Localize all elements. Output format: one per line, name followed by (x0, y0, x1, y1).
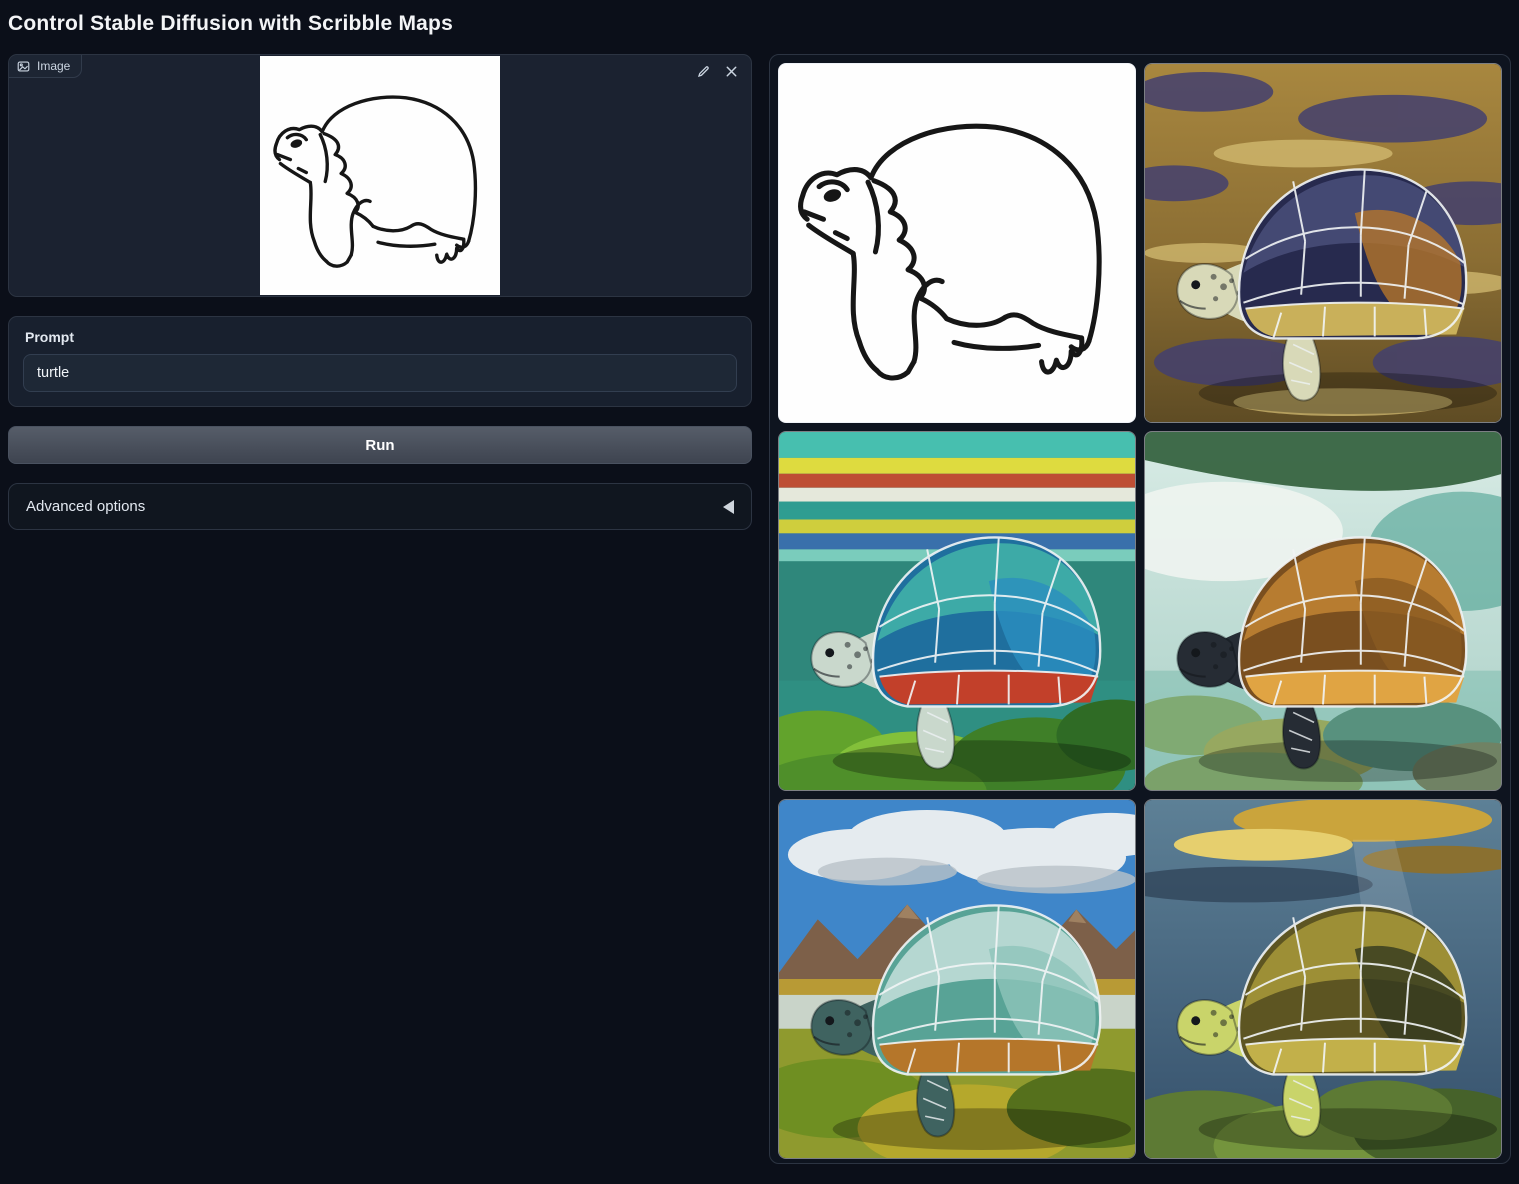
image-label-text: Image (37, 59, 70, 73)
gallery-item-generated-3[interactable] (1144, 431, 1502, 791)
turtle-photo-vivid-teal (779, 432, 1135, 790)
image-component-label: Image (9, 55, 82, 78)
prompt-panel: Prompt (8, 316, 752, 407)
scribble-turtle-drawing (260, 56, 500, 295)
page-title: Control Stable Diffusion with Scribble M… (8, 12, 1511, 36)
scribble-turtle-image (779, 64, 1135, 422)
turtle-photo-clear-water (1145, 432, 1501, 790)
scribble-image-preview[interactable] (260, 56, 500, 295)
gallery-item-generated-1[interactable] (1144, 63, 1502, 423)
gallery-item-generated-4[interactable] (778, 799, 1136, 1159)
edit-image-button[interactable] (694, 62, 713, 81)
image-input-panel: Image (8, 54, 752, 297)
gallery-item-scribble[interactable] (778, 63, 1136, 423)
turtle-photo-mountain-lake (779, 800, 1135, 1158)
advanced-options-label: Advanced options (26, 498, 145, 515)
image-icon (17, 60, 30, 73)
gallery-item-generated-5[interactable] (1144, 799, 1502, 1159)
gallery-item-generated-2[interactable] (778, 431, 1136, 791)
turtle-photo-underwater (1145, 800, 1501, 1158)
prompt-label: Prompt (25, 329, 735, 345)
image-toolbar (694, 62, 741, 81)
advanced-options-accordion[interactable]: Advanced options (8, 483, 752, 530)
prompt-input[interactable] (23, 354, 737, 392)
pencil-icon (696, 67, 711, 82)
main-layout: Image (8, 54, 1511, 1164)
output-gallery (769, 54, 1511, 1164)
clear-image-button[interactable] (722, 62, 741, 81)
close-icon (724, 67, 739, 82)
controls-column: Image (8, 54, 752, 530)
chevron-left-icon (723, 500, 734, 514)
turtle-photo-golden-water (1145, 64, 1501, 422)
run-button[interactable]: Run (8, 426, 752, 464)
app-page: Control Stable Diffusion with Scribble M… (0, 0, 1519, 1164)
